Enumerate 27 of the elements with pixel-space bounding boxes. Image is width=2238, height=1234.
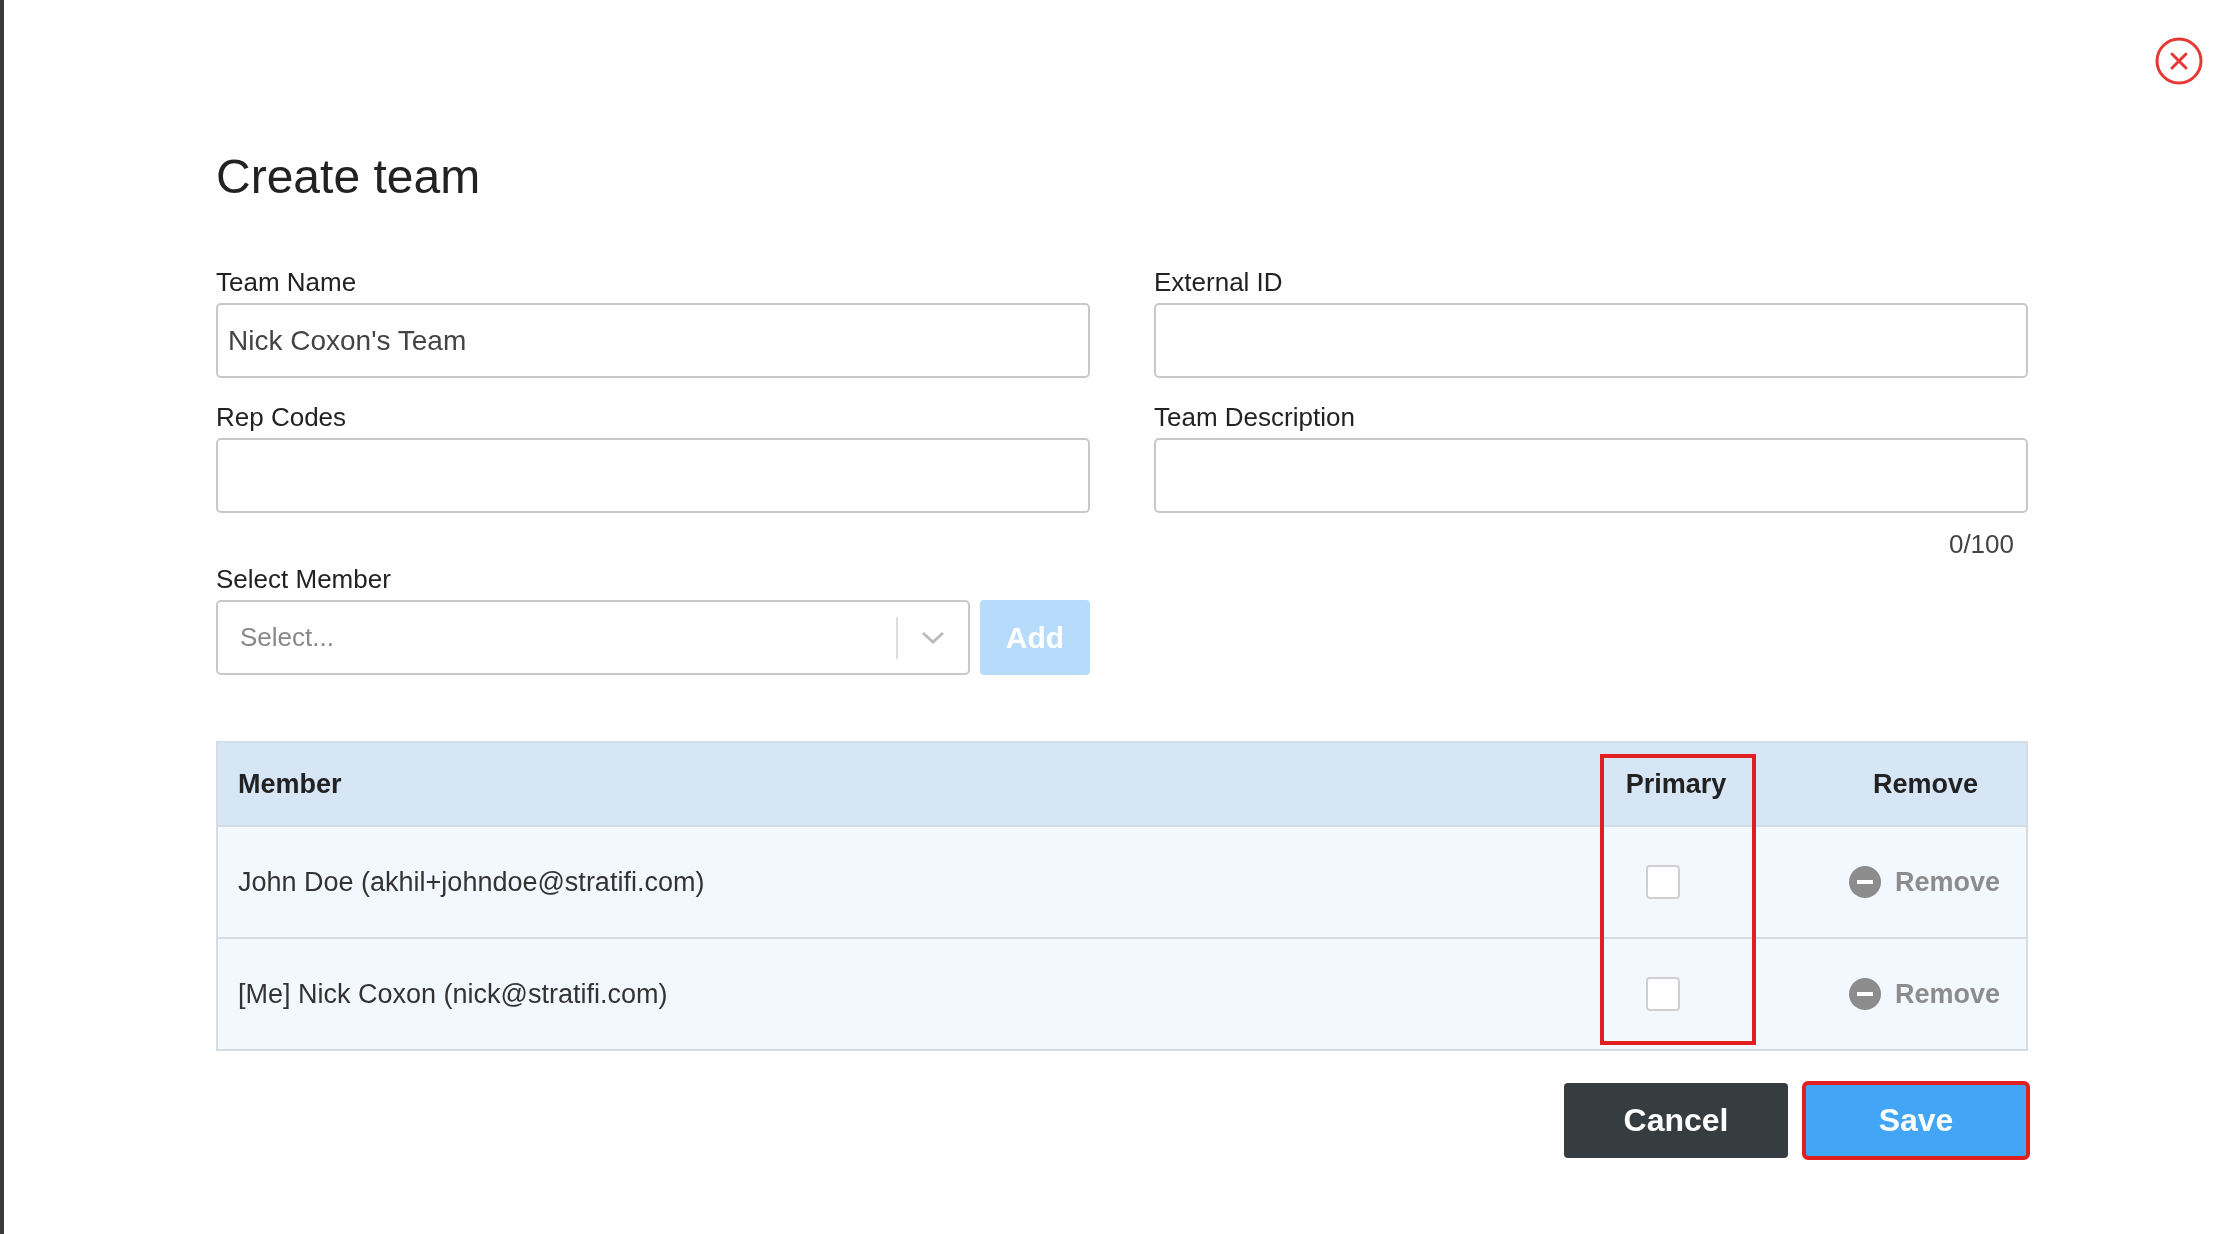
close-icon[interactable]: [2155, 37, 2203, 85]
dialog-title: Create team: [216, 149, 482, 205]
input-field[interactable]: [216, 438, 1090, 513]
input-field[interactable]: Nick Coxon's Team: [216, 303, 1090, 378]
cancel-button[interactable]: Cancel: [1564, 1083, 1788, 1158]
member-select[interactable]: Select...: [216, 600, 970, 675]
member-cell-text: John Doe (akhil+johndoe@stratifi.com): [237, 866, 706, 898]
field-label: External ID: [1154, 266, 1284, 299]
primary-checkbox[interactable]: [1646, 977, 1680, 1011]
column-header: Primary: [1624, 768, 1728, 800]
save-button[interactable]: Save: [1804, 1083, 2028, 1158]
character-counter: 0/100: [1948, 529, 2014, 560]
field-label: Select Member: [216, 563, 392, 596]
primary-checkbox[interactable]: [1646, 865, 1680, 899]
member-cell-text: [Me] Nick Coxon (nick@stratifi.com): [237, 978, 669, 1010]
remove-link[interactable]: Remove: [1894, 866, 2000, 898]
chevron-down-icon: [920, 629, 946, 646]
input-field[interactable]: [1154, 438, 2028, 513]
column-header: Remove: [1871, 768, 1979, 800]
field-label: Rep Codes: [216, 401, 348, 434]
minus-circle-icon[interactable]: [1848, 978, 1881, 1010]
remove-link[interactable]: Remove: [1894, 978, 2000, 1010]
input-field[interactable]: [1154, 303, 2028, 378]
field-label: Team Name: [216, 266, 358, 299]
field-label: Team Description: [1154, 401, 1356, 434]
column-header: Member: [237, 768, 343, 800]
minus-circle-icon[interactable]: [1848, 866, 1881, 898]
